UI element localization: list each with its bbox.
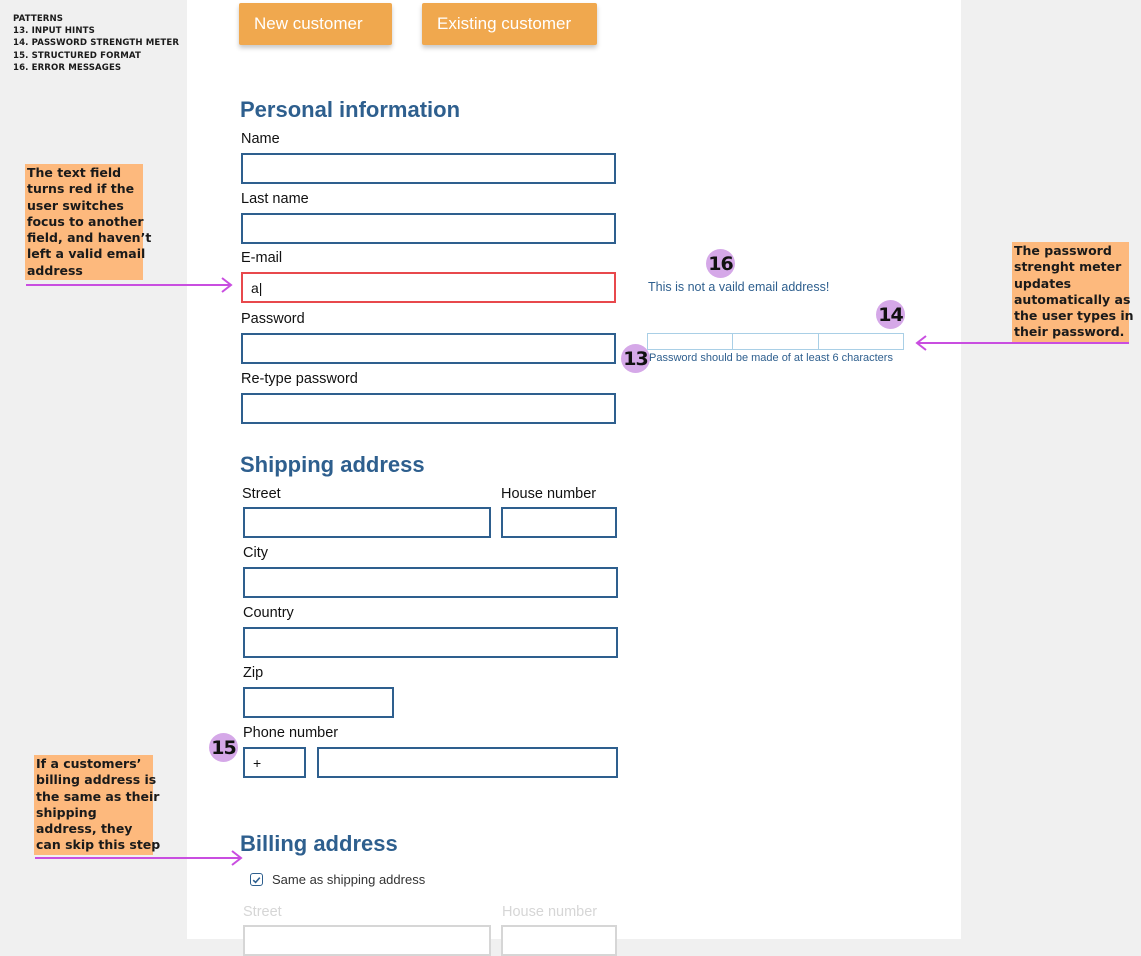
annotation-arrows <box>26 277 1129 866</box>
